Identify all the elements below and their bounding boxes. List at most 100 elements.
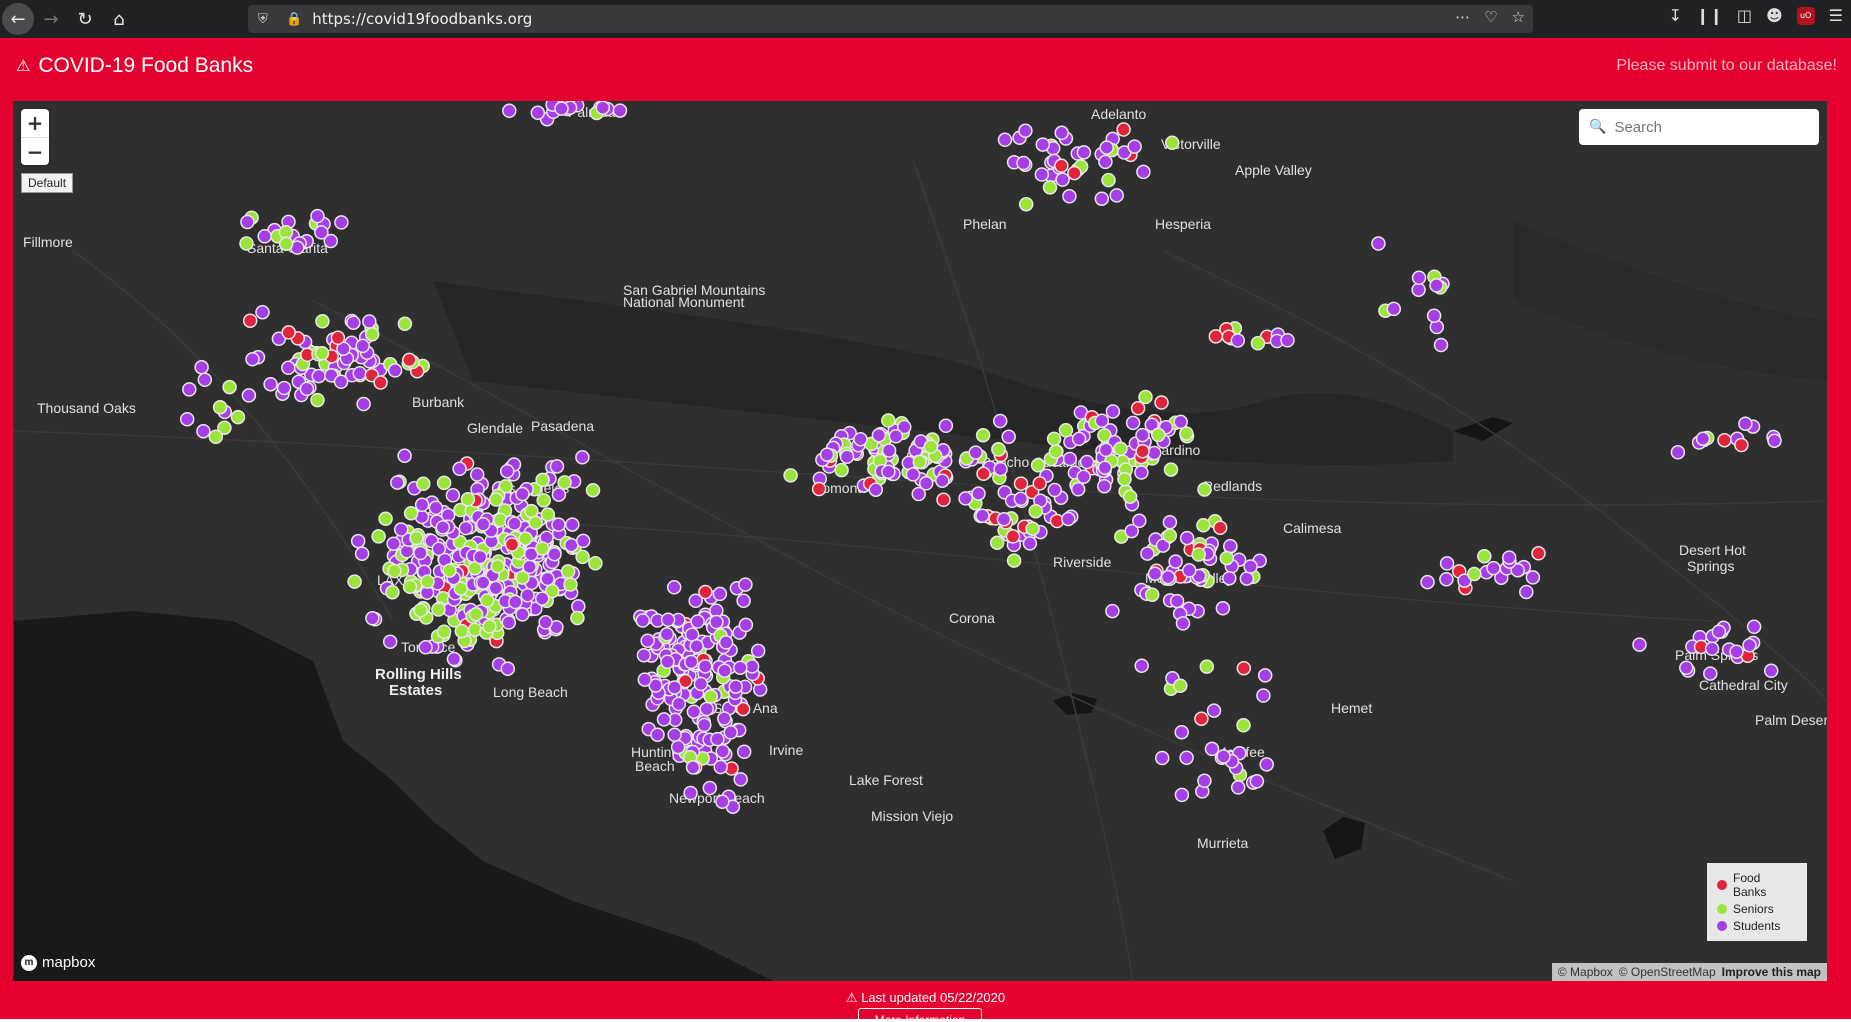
- map-marker[interactable]: [500, 661, 516, 676]
- map-marker[interactable]: [750, 643, 766, 659]
- map-marker[interactable]: [1147, 566, 1163, 581]
- ublock-icon[interactable]: uO: [1796, 6, 1815, 25]
- map-marker[interactable]: [1734, 437, 1749, 453]
- map-marker[interactable]: [839, 449, 855, 465]
- map-marker[interactable]: [1531, 546, 1546, 561]
- map-marker[interactable]: [263, 376, 278, 392]
- map-marker[interactable]: [409, 530, 424, 546]
- map-marker[interactable]: [667, 727, 682, 742]
- map-marker[interactable]: [1704, 641, 1720, 657]
- map-marker[interactable]: [1256, 688, 1271, 703]
- map-marker[interactable]: [715, 744, 730, 759]
- map-marker[interactable]: [1717, 432, 1732, 448]
- map-marker[interactable]: [1005, 529, 1021, 544]
- map-marker[interactable]: [1125, 415, 1141, 431]
- map-marker[interactable]: [452, 461, 467, 477]
- map-marker[interactable]: [1130, 400, 1146, 416]
- mapbox-logo[interactable]: m mapbox: [21, 954, 95, 971]
- map-marker[interactable]: [1067, 165, 1082, 181]
- map-marker[interactable]: [1738, 416, 1753, 431]
- map-marker[interactable]: [257, 229, 272, 244]
- map-marker[interactable]: [1219, 550, 1235, 566]
- map-marker[interactable]: [709, 614, 724, 630]
- map-marker[interactable]: [446, 651, 462, 667]
- map-marker[interactable]: [1411, 270, 1427, 286]
- map-marker[interactable]: [382, 634, 398, 649]
- map-marker[interactable]: [715, 794, 730, 809]
- map-marker[interactable]: [479, 593, 495, 608]
- map-marker[interactable]: [975, 427, 991, 443]
- map-marker[interactable]: [1695, 431, 1711, 446]
- map-marker[interactable]: [194, 359, 209, 375]
- map-marker[interactable]: [1101, 172, 1116, 188]
- map-marker[interactable]: [690, 614, 705, 629]
- map-marker[interactable]: [436, 475, 452, 491]
- map-marker[interactable]: [310, 208, 325, 224]
- map-marker[interactable]: [1249, 774, 1265, 789]
- map-marker[interactable]: [385, 584, 400, 600]
- map-marker[interactable]: [723, 725, 738, 740]
- map-marker[interactable]: [1135, 443, 1150, 459]
- map-marker[interactable]: [710, 731, 725, 747]
- zoom-in-button[interactable]: +: [21, 109, 49, 137]
- map-marker[interactable]: [1175, 616, 1191, 631]
- map-marker[interactable]: [683, 785, 698, 801]
- map-marker[interactable]: [958, 491, 973, 506]
- map-marker[interactable]: [314, 225, 329, 240]
- map-marker[interactable]: [640, 633, 655, 648]
- map-marker[interactable]: [515, 570, 530, 585]
- map-marker[interactable]: [281, 325, 296, 340]
- map-marker[interactable]: [1439, 572, 1454, 587]
- map-marker[interactable]: [1006, 553, 1022, 568]
- map-marker[interactable]: [435, 520, 451, 535]
- map-marker[interactable]: [1230, 333, 1246, 348]
- map-marker[interactable]: [905, 467, 921, 482]
- map-marker[interactable]: [1679, 660, 1694, 676]
- url-text[interactable]: https://covid19foodbanks.org: [312, 10, 532, 28]
- map-marker[interactable]: [402, 352, 417, 368]
- map-marker[interactable]: [222, 379, 237, 395]
- map-marker[interactable]: [1519, 584, 1534, 600]
- map-marker[interactable]: [490, 559, 505, 574]
- map-marker[interactable]: [702, 780, 718, 796]
- map-marker[interactable]: [575, 450, 590, 465]
- map-marker[interactable]: [738, 617, 754, 633]
- account-icon[interactable]: ☻: [1766, 6, 1783, 25]
- map-marker[interactable]: [834, 462, 849, 478]
- map-marker[interactable]: [819, 447, 835, 462]
- map-marker[interactable]: [1250, 336, 1266, 351]
- map-marker[interactable]: [179, 411, 195, 427]
- map-marker[interactable]: [1197, 773, 1212, 789]
- map-marker[interactable]: [1030, 457, 1046, 473]
- map-marker[interactable]: [871, 427, 887, 443]
- map-marker[interactable]: [547, 546, 562, 562]
- map-marker[interactable]: [241, 388, 257, 403]
- map-marker[interactable]: [402, 579, 418, 594]
- map-marker[interactable]: [397, 448, 412, 464]
- bookmark-star-icon[interactable]: ☆: [1512, 8, 1525, 26]
- map-marker[interactable]: [1109, 188, 1124, 203]
- map-marker[interactable]: [1151, 427, 1166, 443]
- map-marker[interactable]: [1411, 282, 1426, 297]
- map-marker[interactable]: [636, 647, 652, 663]
- map-marker[interactable]: [1048, 444, 1064, 459]
- map-marker[interactable]: [670, 739, 686, 755]
- map-marker[interactable]: [1054, 158, 1069, 174]
- map-marker[interactable]: [659, 626, 675, 642]
- map-marker[interactable]: [888, 429, 904, 444]
- map-marker[interactable]: [1105, 404, 1121, 419]
- map[interactable]: PalmdaleAdelantoVictorvilleApple ValleyP…: [13, 101, 1827, 981]
- map-marker[interactable]: [528, 515, 543, 530]
- map-marker[interactable]: [1173, 678, 1188, 693]
- map-marker[interactable]: [1154, 750, 1170, 766]
- map-marker[interactable]: [1426, 308, 1442, 323]
- map-marker[interactable]: [364, 326, 380, 342]
- map-marker[interactable]: [1140, 546, 1155, 561]
- map-marker[interactable]: [1127, 139, 1142, 154]
- map-marker[interactable]: [1098, 442, 1114, 458]
- downloads-icon[interactable]: ↧: [1669, 6, 1682, 25]
- tracking-shield-icon[interactable]: ⛨: [258, 12, 274, 27]
- map-marker[interactable]: [689, 639, 704, 654]
- map-marker[interactable]: [1197, 482, 1212, 497]
- map-marker[interactable]: [1742, 638, 1757, 653]
